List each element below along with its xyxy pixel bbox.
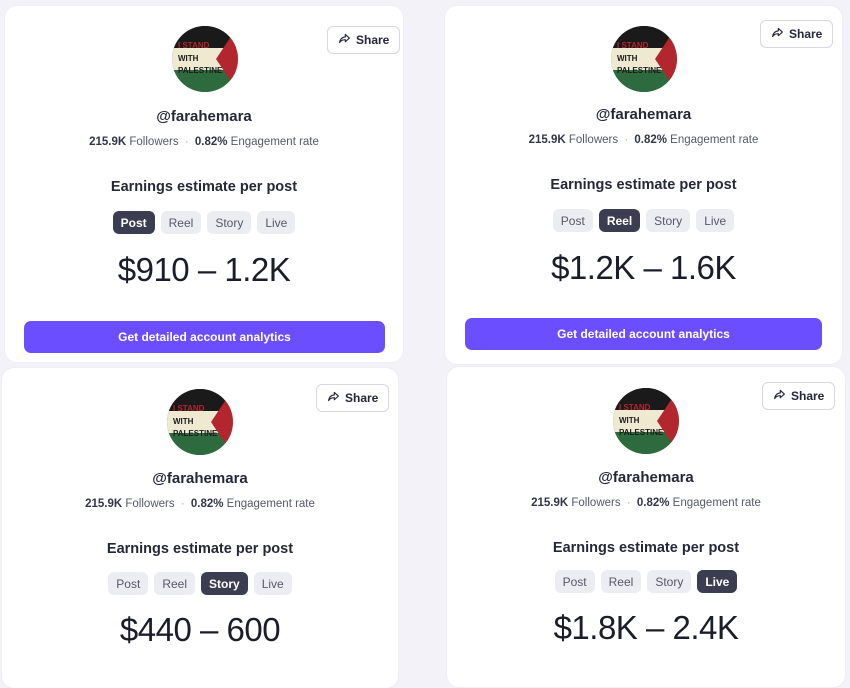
stats-separator: · bbox=[180, 498, 185, 510]
avatar-text-line-3: PALESTINE bbox=[617, 66, 662, 75]
avatar-text-line-2: WITH bbox=[619, 416, 640, 425]
content-type-tabs: Post Reel Story Live bbox=[447, 570, 845, 593]
followers-label: Followers bbox=[129, 136, 179, 148]
tab-post[interactable]: Post bbox=[552, 209, 593, 232]
avatar: I STAND WITH PALESTINE bbox=[167, 389, 233, 455]
avatar-flag-image: I STAND WITH PALESTINE bbox=[172, 26, 238, 92]
account-stats: 215.9K Followers · 0.82% Engagement rate bbox=[5, 136, 403, 148]
username: @farahemara bbox=[152, 470, 248, 487]
earnings-card-story: Share I STAND WITH PALESTINE @farahemara… bbox=[2, 368, 398, 688]
followers-count: 215.9K bbox=[85, 498, 123, 510]
account-stats: 215.9K Followers · 0.82% Engagement rate bbox=[2, 498, 398, 510]
tab-post[interactable]: Post bbox=[112, 211, 155, 234]
earnings-estimate-title: Earnings estimate per post bbox=[552, 540, 740, 556]
followers-count: 215.9K bbox=[528, 134, 566, 146]
avatar-text-line-1: I STAND bbox=[617, 41, 649, 50]
tab-reel[interactable]: Reel bbox=[160, 211, 202, 234]
share-label: Share bbox=[789, 27, 823, 41]
content-type-tabs: Post Reel Story Live bbox=[445, 209, 842, 232]
avatar-text-line-2: WITH bbox=[617, 54, 638, 63]
tab-live[interactable]: Live bbox=[257, 211, 296, 234]
engagement-rate-value: 0.82% bbox=[190, 498, 224, 510]
stats-separator: · bbox=[626, 497, 631, 509]
avatar: I STAND WITH PALESTINE bbox=[611, 26, 677, 92]
earnings-estimate-title: Earnings estimate per post bbox=[110, 179, 298, 195]
share-button[interactable]: Share bbox=[762, 382, 836, 410]
share-icon bbox=[338, 32, 351, 48]
stats-separator: · bbox=[184, 136, 189, 148]
get-analytics-button[interactable]: Get detailed account analytics bbox=[465, 318, 822, 350]
avatar-flag-image: I STAND WITH PALESTINE bbox=[167, 389, 233, 455]
account-stats: 215.9K Followers · 0.82% Engagement rate bbox=[447, 497, 845, 509]
earnings-estimate-title: Earnings estimate per post bbox=[550, 177, 737, 193]
tab-live[interactable]: Live bbox=[697, 570, 738, 593]
earnings-price-range: $1.8K – 2.4K bbox=[553, 609, 739, 646]
account-stats: 215.9K Followers · 0.82% Engagement rate bbox=[445, 134, 842, 146]
avatar-text-line-3: PALESTINE bbox=[619, 428, 664, 437]
avatar-text-line-1: I STAND bbox=[178, 41, 210, 50]
username: @farahemara bbox=[595, 106, 692, 123]
tab-live[interactable]: Live bbox=[253, 572, 292, 595]
share-label: Share bbox=[791, 389, 825, 403]
username: @farahemara bbox=[598, 469, 694, 486]
avatar: I STAND WITH PALESTINE bbox=[172, 26, 238, 92]
followers-label: Followers bbox=[125, 498, 175, 510]
share-button[interactable]: Share bbox=[316, 384, 390, 412]
tab-story[interactable]: Story bbox=[646, 209, 691, 232]
tab-story[interactable]: Story bbox=[207, 211, 252, 234]
earnings-price-range: $440 – 600 bbox=[119, 611, 281, 648]
earnings-card-live: Share I STAND WITH PALESTINE @farahemara… bbox=[447, 367, 845, 687]
tab-reel[interactable]: Reel bbox=[598, 209, 641, 232]
avatar: I STAND WITH PALESTINE bbox=[613, 388, 679, 454]
avatar-text-line-2: WITH bbox=[173, 417, 194, 426]
avatar-text-line-1: I STAND bbox=[619, 403, 651, 412]
share-icon bbox=[327, 390, 340, 406]
avatar-text-line-3: PALESTINE bbox=[173, 429, 218, 438]
engagement-rate-label: Engagement rate bbox=[226, 498, 315, 510]
avatar-text-line-3: PALESTINE bbox=[178, 66, 223, 75]
get-analytics-button[interactable]: Get detailed account analytics bbox=[24, 321, 385, 353]
stats-separator: · bbox=[624, 134, 629, 146]
tab-live[interactable]: Live bbox=[696, 209, 735, 232]
share-icon bbox=[771, 26, 784, 42]
engagement-rate-value: 0.82% bbox=[636, 497, 670, 509]
followers-count: 215.9K bbox=[531, 497, 569, 509]
avatar-flag-image: I STAND WITH PALESTINE bbox=[613, 388, 679, 454]
tab-post[interactable]: Post bbox=[554, 570, 595, 593]
earnings-price-range: $1.2K – 1.6K bbox=[551, 249, 736, 286]
share-label: Share bbox=[356, 33, 390, 47]
followers-label: Followers bbox=[568, 134, 619, 146]
share-icon bbox=[773, 388, 786, 404]
earnings-price-range: $910 – 1.2K bbox=[117, 251, 291, 288]
tab-story[interactable]: Story bbox=[647, 570, 692, 593]
content-type-tabs: Post Reel Story Live bbox=[2, 572, 398, 595]
avatar-text-line-2: WITH bbox=[178, 54, 199, 63]
engagement-rate-value: 0.82% bbox=[634, 134, 667, 146]
share-button[interactable]: Share bbox=[760, 20, 834, 48]
engagement-rate-label: Engagement rate bbox=[230, 136, 319, 148]
engagement-rate-value: 0.82% bbox=[194, 136, 228, 148]
earnings-estimate-title: Earnings estimate per post bbox=[106, 541, 294, 557]
avatar-text-line-1: I STAND bbox=[173, 404, 205, 413]
tab-story[interactable]: Story bbox=[201, 572, 248, 595]
tab-reel[interactable]: Reel bbox=[154, 572, 195, 595]
engagement-rate-label: Engagement rate bbox=[672, 497, 761, 509]
engagement-rate-label: Engagement rate bbox=[670, 134, 759, 146]
avatar-flag-image: I STAND WITH PALESTINE bbox=[611, 26, 677, 92]
earnings-card-reel: Share I STAND WITH PALESTINE @farahemara… bbox=[445, 6, 842, 364]
followers-label: Followers bbox=[571, 497, 621, 509]
username: @farahemara bbox=[156, 108, 252, 125]
content-type-tabs: Post Reel Story Live bbox=[5, 211, 403, 234]
share-label: Share bbox=[345, 391, 379, 405]
tab-post[interactable]: Post bbox=[108, 572, 149, 595]
tab-reel[interactable]: Reel bbox=[600, 570, 642, 593]
share-button[interactable]: Share bbox=[327, 26, 401, 54]
earnings-card-post: Share I STAND WITH PALESTINE @farahemara… bbox=[5, 6, 403, 362]
followers-count: 215.9K bbox=[89, 136, 127, 148]
